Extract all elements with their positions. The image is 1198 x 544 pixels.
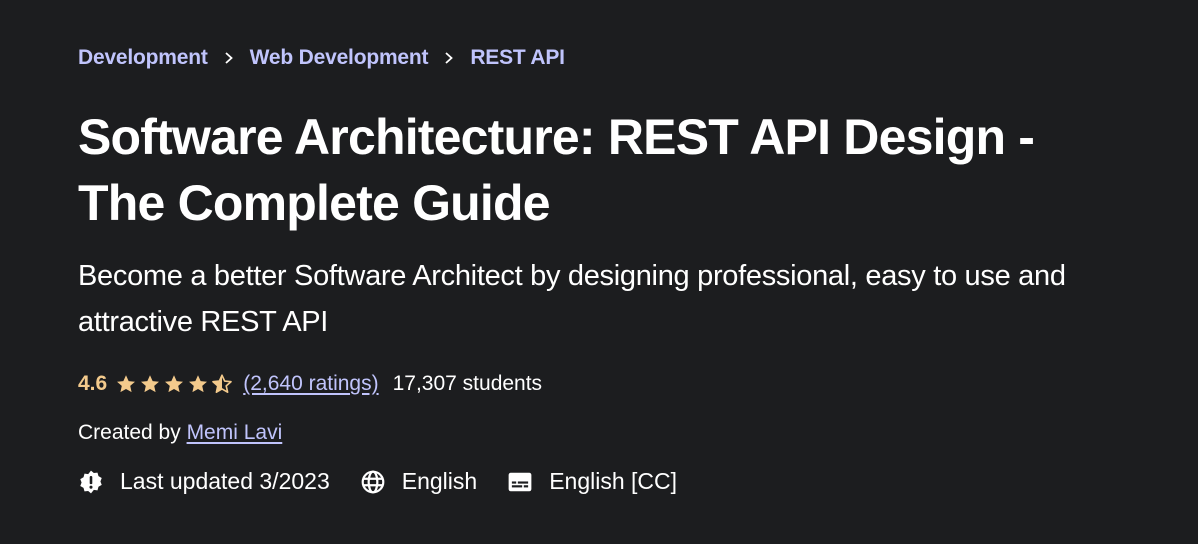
- course-subtitle: Become a better Software Architect by de…: [78, 260, 1066, 338]
- students-count: 17,307 students: [392, 372, 543, 395]
- course-meta: Last updated 3/2023 English English [CC]: [78, 468, 707, 495]
- language: English: [360, 468, 477, 495]
- language-text: English: [401, 468, 478, 494]
- last-updated-text: Last updated 3/2023: [120, 468, 330, 494]
- rating-value: 4.6: [78, 372, 108, 395]
- star-icon: [117, 375, 136, 393]
- star-icon: [165, 375, 184, 393]
- ratings-count-link[interactable]: (2,640 ratings): [243, 372, 378, 396]
- chevron-right-icon: [428, 51, 470, 65]
- breadcrumb-rest-api[interactable]: REST API: [470, 46, 565, 70]
- star-icon: [189, 375, 208, 393]
- star-icon: [141, 375, 160, 393]
- breadcrumb-development[interactable]: Development: [78, 46, 208, 70]
- rating-row: 4.6 (2,640 ratings) 17,307 students: [78, 372, 542, 396]
- chevron-right-icon: [208, 51, 250, 65]
- breadcrumb: Development Web Development REST API: [78, 46, 565, 70]
- course-title: Software Architecture: REST API Design -…: [78, 109, 1035, 231]
- created-by-label: Created by: [78, 421, 187, 444]
- closed-captions-icon: [508, 472, 532, 491]
- captions: English [CC]: [507, 468, 677, 495]
- last-updated: Last updated 3/2023: [78, 468, 330, 495]
- alert-badge-icon: [80, 470, 102, 493]
- breadcrumb-web-development[interactable]: Web Development: [250, 46, 429, 70]
- globe-icon: [361, 470, 385, 493]
- star-rating: [115, 373, 235, 395]
- star-half-icon: [212, 374, 233, 393]
- instructor-link[interactable]: Memi Lavi: [187, 421, 283, 444]
- captions-text: English [CC]: [549, 468, 678, 494]
- created-by-row: Created by Memi Lavi: [78, 421, 282, 445]
